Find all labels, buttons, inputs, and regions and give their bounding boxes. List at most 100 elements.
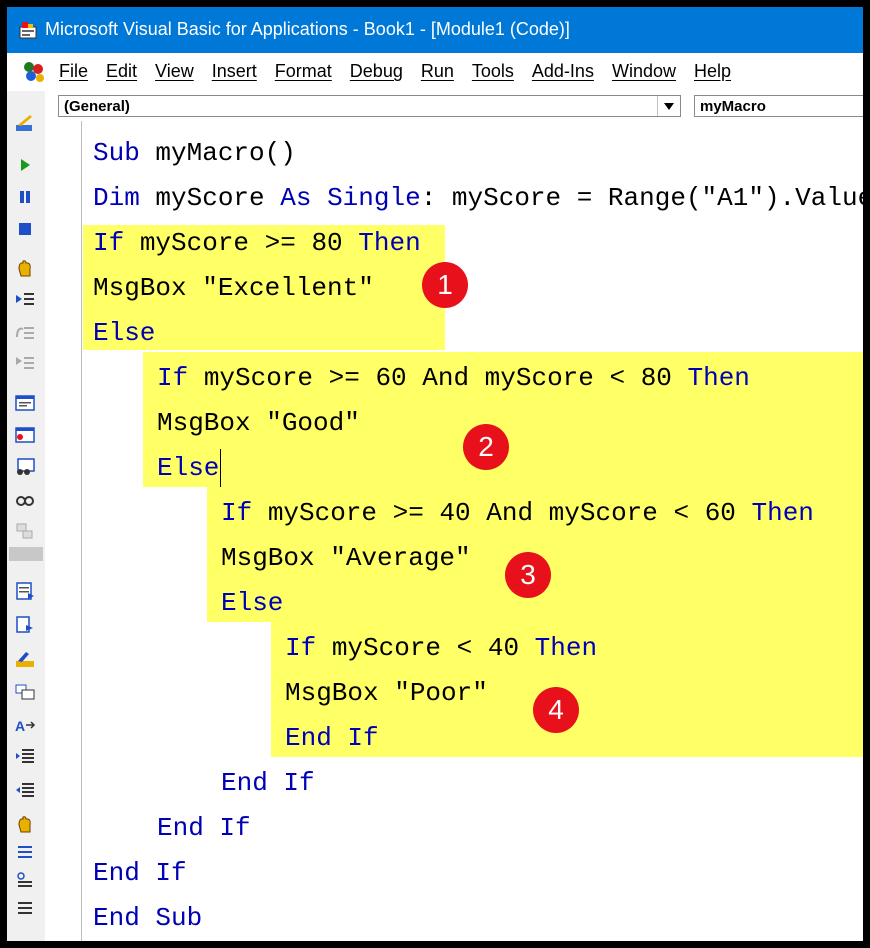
outdent-icon[interactable] <box>14 781 36 801</box>
code-text: MsgBox "Average" <box>221 543 471 573</box>
menu-add-ins[interactable]: Add-Ins <box>532 61 594 82</box>
properties-window-icon[interactable] <box>14 581 36 601</box>
step-over-icon[interactable] <box>14 323 36 343</box>
chevron-down-icon[interactable] <box>657 96 680 116</box>
bookmark-icon[interactable] <box>14 899 36 919</box>
menu-help[interactable]: Help <box>694 61 731 82</box>
code-editor[interactable]: Sub myMacro() Dim myScore As Single: myS… <box>45 121 863 941</box>
vba-app-icon <box>19 22 37 39</box>
toggle-breakpoint-icon[interactable] <box>14 259 36 279</box>
keyword: End If <box>221 768 315 798</box>
code-line[interactable]: MsgBox "Poor" <box>285 671 488 716</box>
code-line[interactable]: If myScore >= 80 Then <box>93 221 421 266</box>
menu-bar: File Edit View Insert Format Debug Run T… <box>7 53 863 92</box>
code-text: MsgBox "Good" <box>157 408 360 438</box>
menu-run[interactable]: Run <box>421 61 454 82</box>
object-browser-icon[interactable] <box>14 649 36 669</box>
menu-format[interactable]: Format <box>275 61 332 82</box>
break-icon[interactable] <box>14 187 36 207</box>
code-combo-row: (General) myMacro <box>45 91 863 122</box>
code-line[interactable]: MsgBox "Good" <box>157 401 360 446</box>
toolbox-icon[interactable] <box>14 681 36 701</box>
procedure-dropdown-value: myMacro <box>700 98 766 115</box>
design-mode-icon[interactable] <box>14 113 36 133</box>
window-title: Microsoft Visual Basic for Applications … <box>45 19 570 39</box>
toolbar-separator[interactable] <box>9 547 43 561</box>
callout-badge-1: 1 <box>422 262 468 308</box>
step-out-icon[interactable] <box>14 353 36 373</box>
code-line[interactable]: End If <box>285 716 379 761</box>
toggle-breakpoint-hand-icon[interactable] <box>14 815 36 835</box>
keyword: If <box>285 633 317 663</box>
menu-tools[interactable]: Tools <box>472 61 514 82</box>
keyword: End If <box>285 723 379 753</box>
code-line[interactable]: End If <box>93 851 187 896</box>
uncomment-block-icon[interactable] <box>14 871 36 891</box>
code-line[interactable]: Else <box>221 581 283 626</box>
code-line[interactable]: Else <box>93 311 155 356</box>
code-text: myScore >= 80 <box>124 228 359 258</box>
callout-badge-4: 4 <box>533 687 579 733</box>
keyword: Else <box>221 588 284 618</box>
menu-window[interactable]: Window <box>612 61 676 82</box>
keyword: Then <box>751 498 814 528</box>
code-text: myMacro() <box>139 138 296 168</box>
code-text: myScore >= 40 And myScore < 60 <box>252 498 752 528</box>
keyword: If <box>93 228 125 258</box>
comment-block-icon[interactable] <box>14 843 36 863</box>
svg-text:A: A <box>15 718 25 734</box>
code-line[interactable]: MsgBox "Average" <box>221 536 471 581</box>
menu-insert[interactable]: Insert <box>212 61 257 82</box>
step-into-icon[interactable] <box>14 289 36 309</box>
run-icon[interactable] <box>14 155 36 175</box>
menu-edit[interactable]: Edit <box>106 61 137 82</box>
vba-editor-window: Microsoft Visual Basic for Applications … <box>7 7 863 941</box>
keyword: Single <box>327 183 421 213</box>
keyword: As <box>280 183 312 213</box>
code-line[interactable]: Dim myScore As Single: myScore = Range("… <box>93 176 863 221</box>
menu-debug[interactable]: Debug <box>350 61 403 82</box>
keyword: If <box>221 498 253 528</box>
locals-window-icon[interactable] <box>14 393 36 413</box>
keyword: Sub <box>93 138 140 168</box>
code-line[interactable]: Else <box>157 446 222 491</box>
code-text: myScore < 40 <box>316 633 535 663</box>
keyword: Dim <box>93 183 140 213</box>
code-line[interactable]: MsgBox "Excellent" <box>93 266 374 311</box>
code-line[interactable]: End If <box>221 761 315 806</box>
call-stack-icon[interactable] <box>14 521 36 541</box>
export-file-icon[interactable] <box>14 615 36 635</box>
keyword: Else <box>157 453 220 483</box>
indent-icon[interactable] <box>14 747 36 767</box>
keyword: End If <box>157 813 251 843</box>
code-line[interactable]: End If <box>157 806 251 851</box>
title-bar[interactable]: Microsoft Visual Basic for Applications … <box>7 7 863 53</box>
code-line[interactable]: If myScore < 40 Then <box>285 626 597 671</box>
keyword: If <box>157 363 189 393</box>
reset-icon[interactable] <box>14 219 36 239</box>
code-text: : myScore = Range("A1").Value <box>420 183 863 213</box>
quick-watch-icon[interactable] <box>14 489 36 509</box>
procedure-dropdown[interactable]: myMacro <box>694 95 863 117</box>
keyword: Then <box>358 228 421 258</box>
code-text: myScore >= 60 And myScore < 80 <box>188 363 688 393</box>
code-line[interactable]: If myScore >= 40 And myScore < 60 Then <box>221 491 814 536</box>
code-line[interactable]: If myScore >= 60 And myScore < 80 Then <box>157 356 750 401</box>
code-line[interactable]: End Sub <box>93 896 202 941</box>
code-line[interactable]: Sub myMacro() <box>93 131 296 176</box>
immediate-window-icon[interactable] <box>14 425 36 445</box>
keyword: Then <box>534 633 598 663</box>
debug-toolbar: A <box>7 91 46 941</box>
margin-indicator-bar[interactable] <box>45 121 82 941</box>
watch-window-icon[interactable] <box>14 457 36 477</box>
menu-items: File Edit View Insert Format Debug Run T… <box>59 61 749 82</box>
object-dropdown[interactable]: (General) <box>58 95 681 117</box>
keyword: End Sub <box>93 903 203 933</box>
keyword: Then <box>687 363 750 393</box>
font-replace-icon[interactable]: A <box>14 715 36 735</box>
menu-view[interactable]: View <box>155 61 194 82</box>
excel-vba-icon[interactable] <box>21 60 47 84</box>
menu-file[interactable]: File <box>59 61 88 82</box>
code-text: MsgBox "Excellent" <box>93 273 374 303</box>
